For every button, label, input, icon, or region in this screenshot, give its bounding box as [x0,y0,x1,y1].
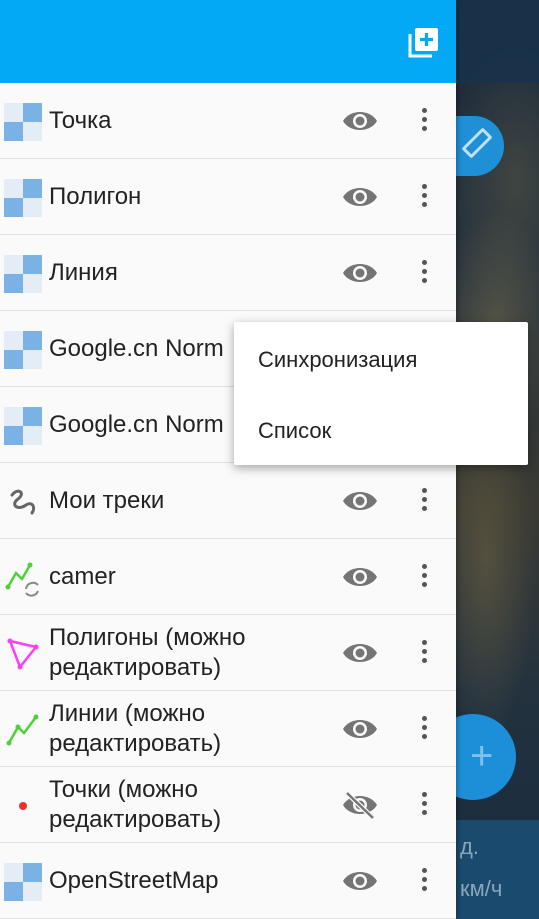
layer-label: Точка [49,107,112,134]
layer-row[interactable]: OpenStreetMap [0,843,456,919]
line-sync-icon [4,559,42,597]
more-vert-icon[interactable] [412,865,436,897]
eye-icon[interactable] [342,107,378,135]
plus-icon: + [470,734,494,778]
more-vert-icon[interactable] [412,789,436,821]
tile-layer-icon [4,179,42,217]
menu-item-list[interactable]: Список [258,395,331,467]
layer-popup-menu: Синхронизация Список [234,322,528,465]
tracks-icon [4,483,42,521]
layer-label: Полигоны (можно редактировать) [49,624,246,681]
eye-icon[interactable] [342,639,378,667]
layer-list: Точка Полигон Линия Google.cn Norm Google.cn… [0,83,456,919]
more-vert-icon[interactable] [412,713,436,745]
layer-label: Точки (можно редактировать) [49,776,222,833]
drawer-header [0,0,456,83]
layer-label: Линии (можно редактировать) [49,700,222,757]
more-vert-icon[interactable] [412,637,436,669]
more-vert-icon[interactable] [412,561,436,593]
speed-unit-bottom: км/ч [460,876,503,901]
polygon-icon [4,635,42,673]
more-vert-icon[interactable] [412,105,436,137]
eye-icon[interactable] [342,715,378,743]
ruler-icon [461,127,493,159]
line-icon [4,711,42,749]
ruler-button[interactable] [456,116,504,176]
eye-icon[interactable] [342,259,378,287]
layer-row[interactable]: Линии (можно редактировать) [0,691,456,767]
eye-icon[interactable] [342,183,378,211]
more-vert-icon[interactable] [412,181,436,213]
layer-row[interactable]: Мои треки [0,463,456,539]
layer-row[interactable]: Полигоны (можно редактировать) [0,615,456,691]
point-icon [4,787,42,825]
more-vert-icon[interactable] [412,257,436,289]
layer-row[interactable]: Линия [0,235,456,311]
layer-row[interactable]: camer [0,539,456,615]
tile-layer-icon [4,255,42,293]
speed-panel: д. км/ч [456,820,539,919]
layer-row[interactable]: Полигон [0,159,456,235]
tile-layer-icon [4,331,42,369]
layer-label: Линия [49,259,118,286]
map-toolbar [456,0,539,83]
tile-layer-icon [4,103,42,141]
layer-label: Мои треки [49,487,165,514]
add-layer-button[interactable] [408,26,440,58]
more-vert-icon[interactable] [412,485,436,517]
layer-label: Полигон [49,183,142,210]
tile-layer-icon [4,407,42,445]
eye-icon[interactable] [342,487,378,515]
layer-label: camer [49,563,116,590]
tile-layer-icon [4,863,42,901]
layer-row[interactable]: Точка [0,83,456,159]
speed-unit-top: д. [460,834,479,859]
menu-item-sync[interactable]: Синхронизация [258,324,417,396]
layer-label: OpenStreetMap [49,867,219,894]
add-layer-icon [408,28,438,58]
layer-row[interactable]: Точки (можно редактировать) [0,767,456,843]
eye-icon[interactable] [342,867,378,895]
eye-icon[interactable] [342,563,378,591]
eye-off-icon[interactable] [342,791,378,820]
